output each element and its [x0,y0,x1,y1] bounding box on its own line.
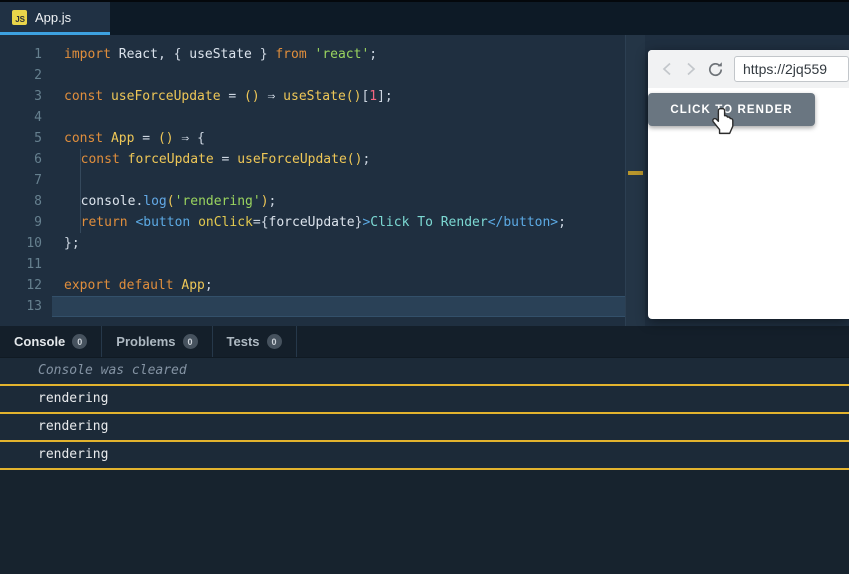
code-text [42,257,64,272]
line-number: 11 [0,254,42,275]
console-log-row: rendering [0,414,849,442]
console-tab-label: Problems [116,334,175,349]
console-tab-console[interactable]: Console 0 [0,326,102,357]
line-number: 5 [0,128,42,149]
console-log-row: rendering [0,386,849,414]
code-text: return <button onClick={forceUpdate}>Cli… [42,215,566,230]
console-panel: Console 0 Problems 0 Tests 0 Console was clea… [0,326,849,574]
line-number: 3 [0,86,42,107]
line-number: 2 [0,65,42,86]
code-text: const App = () ⇒ { [42,131,205,146]
editor-scrollbar[interactable] [625,35,645,326]
code-text: export default App; [42,278,213,293]
count-badge: 0 [72,334,87,349]
codesandbox-window: JS App.js 1import React, { useState } fr… [0,0,849,574]
browser-navigation-bar [648,50,849,88]
count-badge: 0 [267,334,282,349]
editor-tabbar: JS App.js [0,2,849,35]
code-text: console.log('rendering'); [42,194,276,209]
tab-label: App.js [35,10,71,25]
forward-chevron-icon[interactable] [682,59,700,79]
current-line-highlight [52,296,637,317]
code-text: const useForceUpdate = () ⇒ useState()[1… [42,89,393,104]
code-text [42,173,81,188]
code-text: import React, { useState } from 'react'; [42,47,377,62]
line-number: 12 [0,275,42,296]
browser-preview-panel: CLICK TO RENDER [648,50,849,319]
refresh-icon[interactable] [706,59,724,79]
back-chevron-icon[interactable] [658,59,676,79]
js-file-icon: JS [12,10,27,25]
console-info-row: Console was cleared [0,358,849,386]
tab-app-js[interactable]: JS App.js [0,2,110,35]
line-number: 9 [0,212,42,233]
console-tab-tests[interactable]: Tests 0 [213,326,297,357]
code-text [42,110,64,125]
line-number: 10 [0,233,42,254]
count-badge: 0 [183,334,198,349]
console-tabbar: Console 0 Problems 0 Tests 0 [0,326,849,358]
console-tab-label: Tests [227,334,260,349]
line-number: 4 [0,107,42,128]
url-input[interactable] [734,56,849,82]
code-text: }; [42,236,80,251]
line-number: 8 [0,191,42,212]
hand-pointer-cursor [710,107,736,140]
overview-ruler-warning-mark [628,171,643,175]
line-number: 1 [0,44,42,65]
code-text [42,68,64,83]
console-tab-problems[interactable]: Problems 0 [102,326,212,357]
console-output: Console was clearedrenderingrenderingren… [0,358,849,470]
line-number: 6 [0,149,42,170]
code-text [42,299,64,314]
indent-guide [80,170,81,191]
console-tab-label: Console [14,334,65,349]
line-number: 13 [0,296,42,317]
code-text: const forceUpdate = useForceUpdate(); [42,152,370,167]
console-log-row: rendering [0,442,849,470]
line-number: 7 [0,170,42,191]
